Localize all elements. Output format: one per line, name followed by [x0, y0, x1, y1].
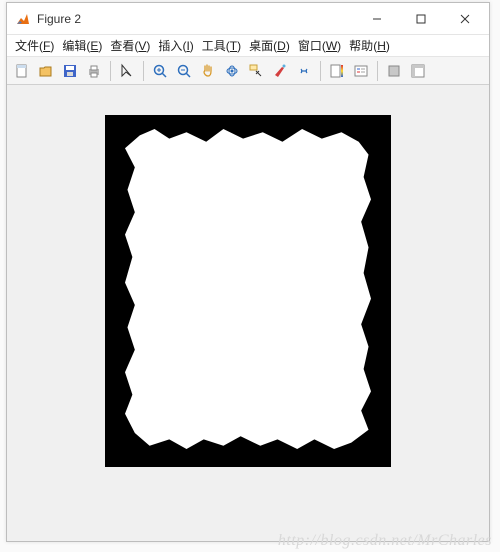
show-plot-tools-button[interactable]: [407, 60, 429, 82]
brush-button[interactable]: [269, 60, 291, 82]
maximize-button[interactable]: [399, 4, 443, 34]
zoom-in-button[interactable]: [149, 60, 171, 82]
insert-legend-button[interactable]: [350, 60, 372, 82]
edit-plot-button[interactable]: [116, 60, 138, 82]
matlab-app-icon: [15, 11, 31, 27]
menubar: 文件(F) 编辑(E) 查看(V) 插入(I) 工具(T) 桌面(D) 窗口(W…: [7, 35, 489, 57]
menu-view[interactable]: 查看(V): [110, 37, 150, 54]
menu-window[interactable]: 窗口(W): [298, 37, 341, 54]
print-button[interactable]: [83, 60, 105, 82]
menu-desktop[interactable]: 桌面(D): [249, 37, 290, 54]
titlebar: Figure 2: [7, 3, 489, 35]
toolbar: [7, 57, 489, 85]
menu-edit[interactable]: 编辑(E): [62, 37, 102, 54]
rotate-3d-button[interactable]: [221, 60, 243, 82]
link-plots-button[interactable]: [293, 60, 315, 82]
window-title: Figure 2: [37, 12, 81, 26]
pan-button[interactable]: [197, 60, 219, 82]
hide-plot-tools-button[interactable]: [383, 60, 405, 82]
binary-image-output: [105, 115, 391, 467]
menu-tools[interactable]: 工具(T): [202, 37, 241, 54]
toolbar-separator: [143, 61, 144, 81]
save-button[interactable]: [59, 60, 81, 82]
menu-insert[interactable]: 插入(I): [158, 37, 193, 54]
open-file-button[interactable]: [35, 60, 57, 82]
data-cursor-button[interactable]: [245, 60, 267, 82]
toolbar-separator: [377, 61, 378, 81]
insert-colorbar-button[interactable]: [326, 60, 348, 82]
figure-window: Figure 2 文件(F) 编辑(E) 查看(V) 插入(I) 工具(T) 桌…: [6, 2, 490, 542]
figure-canvas[interactable]: [7, 85, 489, 541]
toolbar-separator: [110, 61, 111, 81]
toolbar-separator: [320, 61, 321, 81]
new-file-button[interactable]: [11, 60, 33, 82]
white-foreground-region: [125, 129, 371, 449]
close-button[interactable]: [443, 4, 487, 34]
menu-help[interactable]: 帮助(H): [349, 37, 390, 54]
menu-file[interactable]: 文件(F): [15, 37, 54, 54]
zoom-out-button[interactable]: [173, 60, 195, 82]
minimize-button[interactable]: [355, 4, 399, 34]
